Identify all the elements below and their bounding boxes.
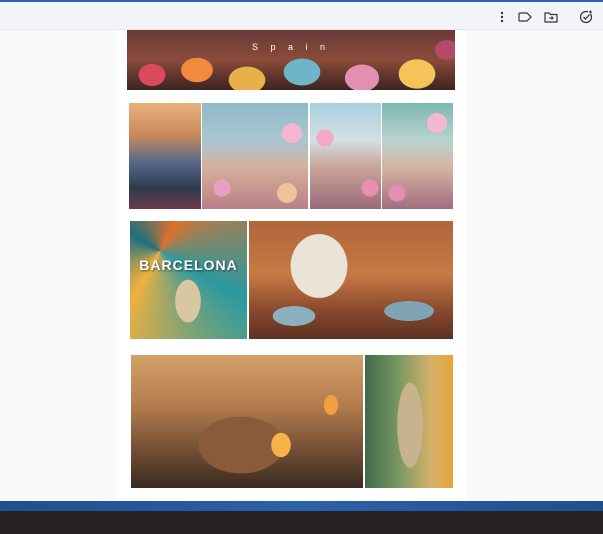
viewer-toolbar — [0, 0, 603, 30]
pastel-palace-image-3[interactable] — [310, 103, 381, 209]
pastel-palace-image-1[interactable] — [129, 103, 201, 209]
spain-banner-image[interactable]: S p a i n — [127, 30, 455, 90]
task-check-icon[interactable] — [578, 9, 594, 25]
gaudi-building-image[interactable] — [131, 355, 363, 488]
window-bottom-edge — [0, 501, 603, 511]
taskbar — [0, 511, 603, 534]
barcelona-label: BARCELONA — [139, 257, 238, 273]
more-vertical-icon[interactable] — [494, 9, 510, 25]
pastel-palace-image-2[interactable] — [202, 103, 308, 209]
gaudi-interior-image[interactable] — [249, 221, 453, 339]
folder-move-icon[interactable] — [543, 9, 559, 25]
barcelona-poster-image[interactable]: BARCELONA — [130, 221, 247, 339]
gaudi-tower-image[interactable] — [365, 355, 453, 488]
banner-caption: S p a i n — [251, 42, 331, 52]
pastel-palace-image-4[interactable] — [382, 103, 453, 209]
label-icon[interactable] — [517, 9, 533, 25]
